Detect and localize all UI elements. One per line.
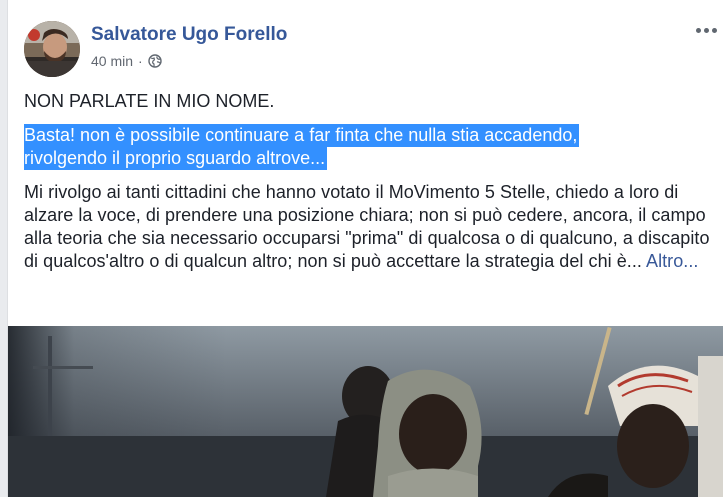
more-options-icon[interactable] — [692, 20, 720, 40]
dot — [703, 27, 709, 33]
post-meta: 40 min · — [91, 53, 162, 69]
post-header: Salvatore Ugo Forello 40 min · — [24, 18, 717, 82]
avatar-image — [24, 21, 80, 77]
dot — [711, 27, 717, 33]
post-body-text: Mi rivolgo ai tanti cittadini che hanno … — [24, 182, 710, 271]
post-time[interactable]: 40 min — [91, 53, 133, 69]
globe-icon[interactable] — [148, 54, 162, 68]
avatar[interactable] — [24, 21, 80, 77]
selected-text-line2: rivolgendo il proprio sguardo altrove... — [24, 147, 328, 170]
feed-post: Salvatore Ugo Forello 40 min · NON PARLA… — [7, 0, 723, 497]
post-paragraph-title: NON PARLATE IN MIO NOME. — [24, 91, 275, 111]
dot — [695, 27, 701, 33]
see-more-link[interactable]: Altro... — [646, 251, 698, 271]
meta-separator: · — [138, 53, 143, 69]
author-name[interactable]: Salvatore Ugo Forello — [91, 24, 287, 46]
post-paragraph-body: Mi rivolgo ai tanti cittadini che hanno … — [24, 181, 714, 273]
post-paragraph-highlighted: Basta! non è possibile continuare a far … — [24, 124, 714, 170]
photo-image — [8, 326, 723, 497]
selected-text-line1: Basta! non è possibile continuare a far … — [24, 124, 580, 147]
post-photo[interactable] — [8, 326, 723, 497]
post-text: NON PARLATE IN MIO NOME. Basta! non è po… — [24, 90, 714, 273]
